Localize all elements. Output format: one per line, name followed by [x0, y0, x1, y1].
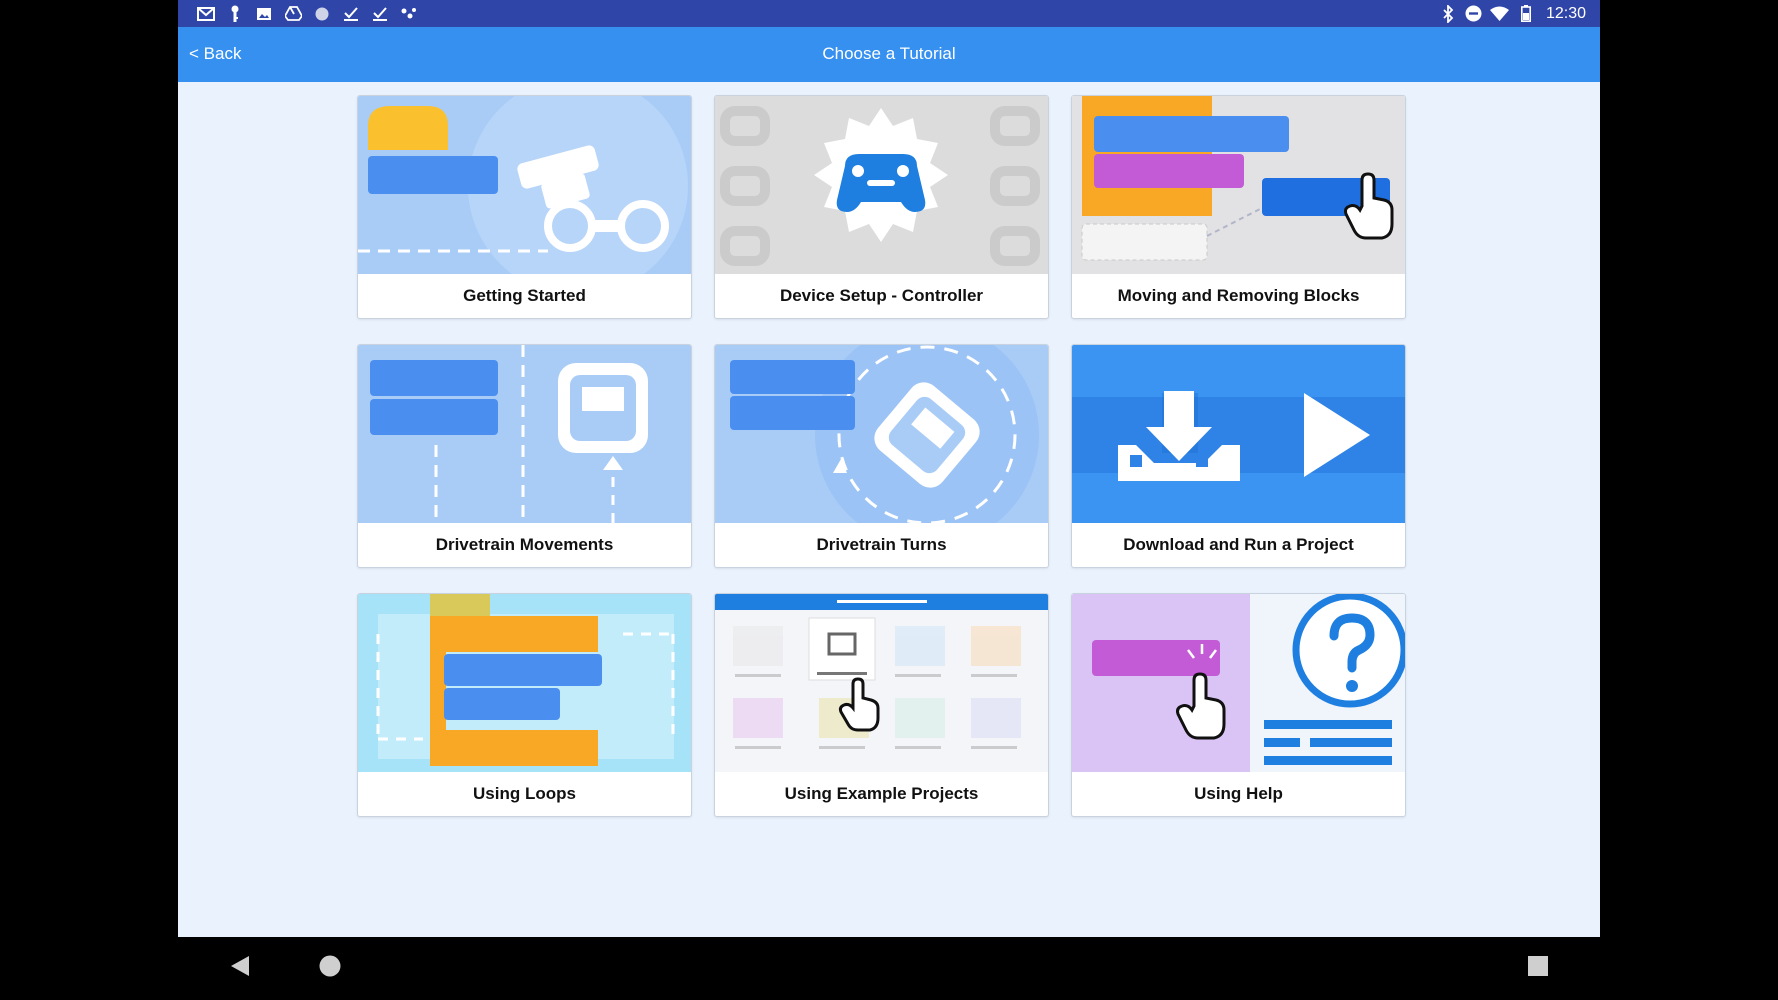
drivetrain-movements-thumbnail [358, 345, 691, 523]
tutorial-card-drivetrain-movements[interactable]: Drivetrain Movements [357, 344, 692, 568]
tutorial-label: Drivetrain Movements [435, 535, 614, 554]
example-projects-thumbnail [715, 594, 1048, 772]
battery-icon [1516, 4, 1536, 23]
android-nav-bar [0, 937, 1778, 1000]
tutorial-card-moving-removing-blocks[interactable]: Moving and Removing Blocks [1071, 95, 1406, 319]
drivetrain-turns-thumbnail [715, 345, 1048, 523]
tutorial-label: Using Loops [473, 784, 576, 803]
dots-icon [399, 4, 419, 23]
circle-icon [312, 4, 332, 23]
getting-started-thumbnail [358, 96, 691, 274]
tutorial-card-using-help[interactable]: Using Help [1071, 593, 1406, 817]
help-thumbnail [1072, 594, 1405, 772]
notification-icons [196, 4, 419, 23]
key-icon [225, 4, 245, 23]
page-title: Choose a Tutorial [822, 44, 956, 63]
controller-thumbnail [715, 96, 1048, 274]
back-triangle-icon[interactable] [229, 954, 251, 978]
wifi-icon [1490, 4, 1510, 23]
moving-blocks-thumbnail [1072, 96, 1405, 274]
tutorial-card-drivetrain-turns[interactable]: Drivetrain Turns [714, 344, 1049, 568]
clock: 12:30 [1545, 4, 1586, 22]
tutorial-label: Using Help [1194, 784, 1283, 803]
loops-thumbnail [358, 594, 691, 772]
app-bar: < Back Choose a Tutorial [178, 27, 1600, 82]
tutorial-card-example-projects[interactable]: Using Example Projects [714, 593, 1049, 817]
tutorial-label: Getting Started [463, 286, 586, 305]
app-screen: 12:30 < Back Choose a Tutorial Getting S… [178, 0, 1600, 937]
bluetooth-icon [1438, 4, 1458, 23]
tutorial-label: Download and Run a Project [1123, 535, 1354, 554]
tutorial-label: Drivetrain Turns [816, 535, 947, 554]
tutorial-card-device-setup-controller[interactable]: Device Setup - Controller [714, 95, 1049, 319]
tutorial-label: Using Example Projects [784, 784, 979, 803]
recents-square-icon[interactable] [1527, 955, 1549, 977]
drive-icon [283, 4, 303, 23]
status-bar: 12:30 [178, 0, 1600, 27]
check-icon [370, 4, 390, 23]
tutorial-card-download-run[interactable]: Download and Run a Project [1071, 344, 1406, 568]
system-icons: 12:30 [1438, 4, 1586, 23]
gmail-icon [196, 4, 216, 23]
download-run-thumbnail [1072, 345, 1405, 523]
image-icon [254, 4, 274, 23]
tutorial-label: Moving and Removing Blocks [1117, 286, 1360, 305]
tutorial-card-getting-started[interactable]: Getting Started [357, 95, 692, 319]
home-circle-icon[interactable] [318, 954, 342, 978]
tutorial-card-using-loops[interactable]: Using Loops [357, 593, 692, 817]
do-not-disturb-icon [1464, 4, 1484, 23]
check-icon [341, 4, 361, 23]
tutorial-label: Device Setup - Controller [779, 286, 984, 305]
